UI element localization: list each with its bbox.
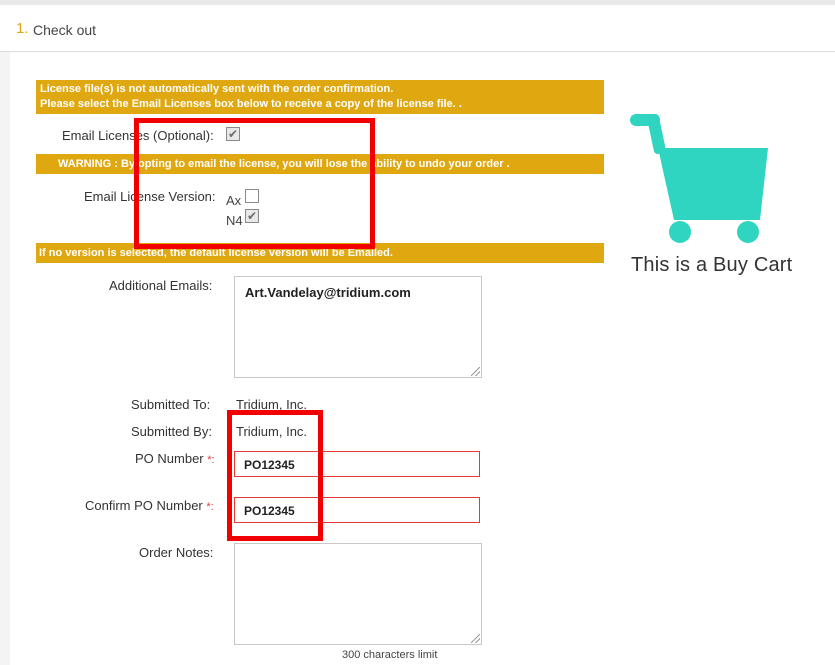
- step-number: 1.: [16, 20, 29, 37]
- resize-grip-icon[interactable]: [471, 634, 480, 643]
- po-number-label-text: PO Number: [135, 451, 204, 466]
- additional-emails-textarea[interactable]: Art.Vandelay@tridium.com: [234, 276, 482, 378]
- highlight-box-email-options: [134, 118, 375, 249]
- highlight-box-po-number: [227, 410, 323, 541]
- char-limit-hint: 300 characters limit: [342, 649, 438, 661]
- shopping-cart-icon: [630, 113, 768, 243]
- additional-emails-label: Additional Emails:: [109, 278, 213, 293]
- order-notes-textarea[interactable]: [234, 543, 482, 645]
- license-info-line-1: License file(s) is not automatically sen…: [40, 83, 394, 95]
- cart-caption: This is a Buy Cart: [631, 254, 793, 276]
- po-number-label: PO Number *:: [135, 451, 215, 466]
- submitted-by-label: Submitted By:: [131, 424, 212, 439]
- additional-emails-value: Art.Vandelay@tridium.com: [245, 285, 411, 300]
- submitted-to-label: Submitted To:: [131, 397, 211, 412]
- required-marker: *:: [206, 501, 214, 513]
- confirm-po-number-label-text: Confirm PO Number: [85, 498, 203, 513]
- license-info-banner: License file(s) is not automatically sen…: [36, 80, 604, 114]
- section-title: Check out: [33, 22, 97, 38]
- left-gutter: [0, 52, 10, 665]
- confirm-po-number-label: Confirm PO Number *:: [85, 498, 214, 513]
- license-info-line-2: Please select the Email Licenses box bel…: [40, 98, 462, 110]
- required-marker: *:: [207, 454, 215, 466]
- order-notes-label: Order Notes:: [139, 545, 214, 560]
- section-header: 1. Check out: [0, 5, 835, 52]
- resize-grip-icon[interactable]: [471, 367, 480, 376]
- checkout-page: 1. Check out License file(s) is not auto…: [0, 0, 835, 665]
